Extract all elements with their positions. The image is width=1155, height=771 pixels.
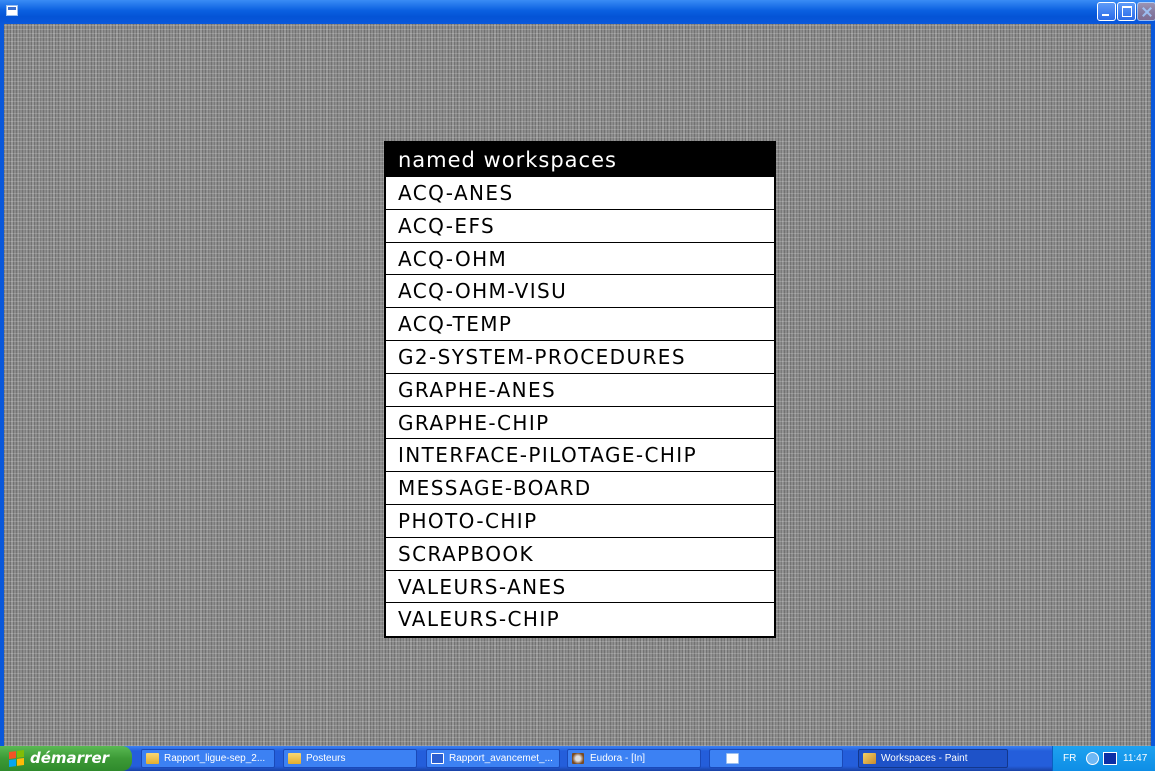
title-bar[interactable] [0,0,1155,24]
taskbar-item-label: Rapport_ligue-sep_2... [164,753,266,764]
close-button[interactable] [1137,2,1155,21]
taskbar-item-label: Posteurs [306,753,346,764]
taskbar-item-workspaces-paint[interactable]: Workspaces - Paint [858,749,1008,768]
menu-item-interface-pilotage-chip[interactable]: INTERFACE-PILOTAGE-CHIP [386,439,774,473]
taskbar-item-eudora[interactable]: Eudora - [In] [567,749,701,768]
menu-item-photo-chip[interactable]: PHOTO-CHIP [386,505,774,538]
folder-icon [146,753,159,764]
menu-item-graphe-anes[interactable]: GRAPHE-ANES [386,374,774,407]
minimize-button[interactable] [1097,2,1116,21]
system-tray: FR 11:47 [1052,746,1155,771]
windows-logo-icon [9,749,24,768]
app-window-icon[interactable] [6,5,18,16]
menu-item-scrapbook[interactable]: SCRAPBOOK [386,538,774,571]
taskbar-item-label: Eudora - [In] [590,753,646,764]
tray-app-icon[interactable] [1103,752,1117,765]
menu-item-valeurs-chip[interactable]: VALEURS-CHIP [386,603,774,636]
taskbar-item-app-window[interactable] [709,749,843,768]
word-doc-icon [431,753,444,764]
taskbar: démarrer Rapport_ligue-sep_2... Posteurs… [0,746,1155,771]
taskbar-item-label: Rapport_avancemet_... [449,753,553,764]
menu-item-message-board[interactable]: MESSAGE-BOARD [386,472,774,505]
taskbar-item-posteurs[interactable]: Posteurs [283,749,417,768]
menu-item-acq-ohm[interactable]: ACQ-OHM [386,243,774,276]
start-label: démarrer [30,749,110,767]
language-indicator[interactable]: FR [1063,746,1076,771]
eudora-icon [572,753,584,764]
menu-item-acq-temp[interactable]: ACQ-TEMP [386,308,774,341]
paint-icon [863,753,876,764]
menu-item-acq-efs[interactable]: ACQ-EFS [386,210,774,243]
taskbar-item-label: Workspaces - Paint [881,753,968,764]
start-button[interactable]: démarrer [0,746,132,771]
clock: 11:47 [1123,753,1148,764]
maximize-button[interactable] [1117,2,1136,21]
menu-item-g2-system-procedures[interactable]: G2-SYSTEM-PROCEDURES [386,341,774,374]
menu-item-graphe-chip[interactable]: GRAPHE-CHIP [386,407,774,440]
taskbar-item-rapport-ligue[interactable]: Rapport_ligue-sep_2... [141,749,275,768]
app-window-icon [726,753,739,764]
window-border-right [1151,24,1155,746]
folder-icon [288,753,301,764]
menu-item-valeurs-anes[interactable]: VALEURS-ANES [386,571,774,604]
taskbar-item-rapport-avancement[interactable]: Rapport_avancemet_... [426,749,560,768]
tray-expand-icon[interactable] [1086,752,1099,765]
menu-item-acq-ohm-visu[interactable]: ACQ-OHM-VISU [386,275,774,309]
named-workspaces-menu: named workspaces ACQ-ANES ACQ-EFS ACQ-OH… [384,141,776,639]
menu-title: named workspaces [386,143,774,177]
menu-item-acq-anes[interactable]: ACQ-ANES [386,177,774,210]
